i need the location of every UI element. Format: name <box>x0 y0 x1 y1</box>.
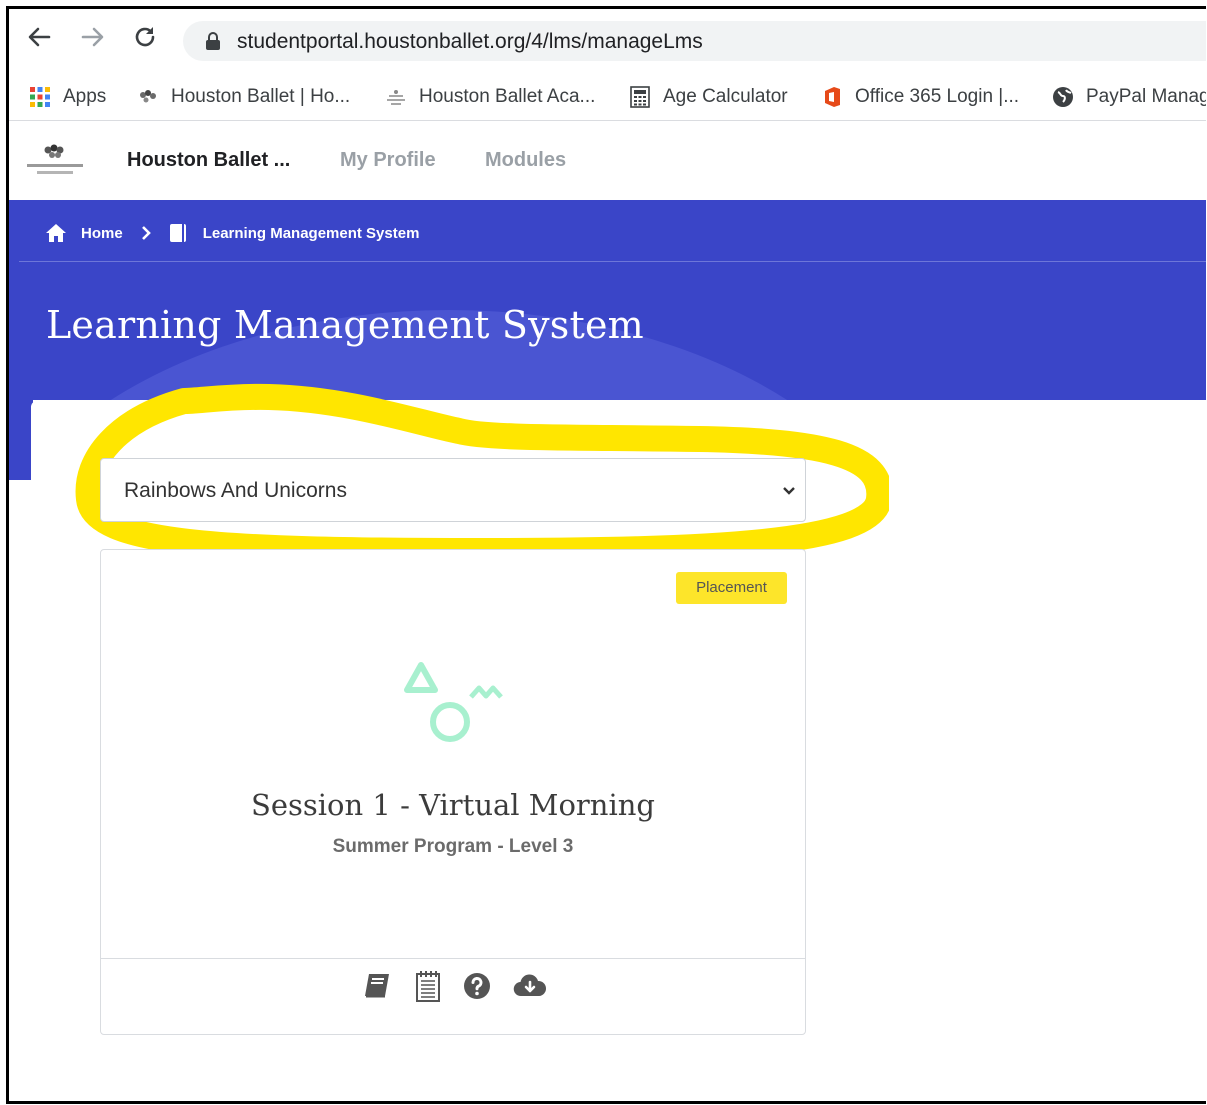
globe-icon <box>1053 87 1073 107</box>
home-icon <box>46 224 66 242</box>
brand-link[interactable]: Houston Ballet ... <box>127 149 290 172</box>
bookmark-office-365[interactable]: Office 365 Login |... <box>821 83 1019 111</box>
bookmark-apps[interactable]: Apps <box>29 83 106 111</box>
breadcrumb: Home Learning Management System <box>45 218 419 248</box>
book-icon <box>169 224 186 242</box>
screenshot-frame: studentportal.houstonballet.org/4/lms/ma… <box>6 6 1206 1104</box>
bookmark-paypal[interactable]: PayPal Manag <box>1052 83 1206 111</box>
course-subtitle: Summer Program - Level 3 <box>332 836 574 857</box>
calculator-icon <box>630 86 650 108</box>
academy-icon <box>387 90 405 105</box>
office-icon <box>825 87 840 107</box>
breadcrumb-divider <box>19 261 1206 262</box>
bookmark-age-calculator[interactable]: Age Calculator <box>629 83 788 111</box>
breadcrumb-current: Learning Management System <box>202 224 420 242</box>
apps-grid-icon <box>30 87 50 107</box>
notepad-icon[interactable] <box>415 970 441 1007</box>
book-icon[interactable] <box>363 972 393 1005</box>
course-title: Session 1 - Virtual Morning <box>250 788 655 822</box>
bookmark-academy[interactable]: Houston Ballet Aca... <box>385 83 595 111</box>
card-divider <box>101 958 805 959</box>
back-arrow-icon <box>28 27 51 47</box>
breadcrumb-home[interactable]: Home <box>81 225 123 242</box>
page-title: Learning Management System <box>46 303 644 347</box>
app-navbar: Houston Ballet ... My Profile Modules <box>9 122 1206 200</box>
course-selector[interactable]: Rainbows And Unicorns <box>100 458 806 522</box>
chevron-down-icon <box>783 487 795 495</box>
url-text: studentportal.houstonballet.org/4/lms/ma… <box>237 30 703 53</box>
reload-button[interactable] <box>131 23 159 51</box>
houston-ballet-logo[interactable] <box>23 140 87 184</box>
banner-edge <box>9 400 33 480</box>
chevron-right-icon <box>141 226 151 240</box>
course-shapes-icon <box>404 662 503 742</box>
bookmark-houston-ballet[interactable]: Houston Ballet | Ho... <box>137 83 350 111</box>
back-button[interactable] <box>25 23 53 51</box>
houston-ballet-icon <box>140 90 156 103</box>
bookmarks-bar: Apps Houston Ballet | Ho... Houston Ball… <box>9 71 1206 121</box>
reload-icon <box>135 27 155 47</box>
cloud-download-icon[interactable] <box>513 972 547 1005</box>
card-actions <box>363 968 569 1008</box>
nav-my-profile[interactable]: My Profile <box>340 149 436 172</box>
placement-badge: Placement <box>676 572 787 604</box>
nav-modules[interactable]: Modules <box>485 149 566 172</box>
browser-toolbar: studentportal.houstonballet.org/4/lms/ma… <box>9 9 1206 71</box>
course-selector-value: Rainbows And Unicorns <box>124 479 347 502</box>
forward-button[interactable] <box>79 23 107 51</box>
help-icon[interactable] <box>463 972 491 1005</box>
forward-arrow-icon <box>81 27 104 47</box>
lock-icon <box>206 32 220 50</box>
course-card[interactable]: Placement Session 1 - Virtual Morning Su… <box>100 549 806 1035</box>
page-banner: Home Learning Management System Learning… <box>9 200 1206 400</box>
address-bar[interactable]: studentportal.houstonballet.org/4/lms/ma… <box>183 21 1206 61</box>
